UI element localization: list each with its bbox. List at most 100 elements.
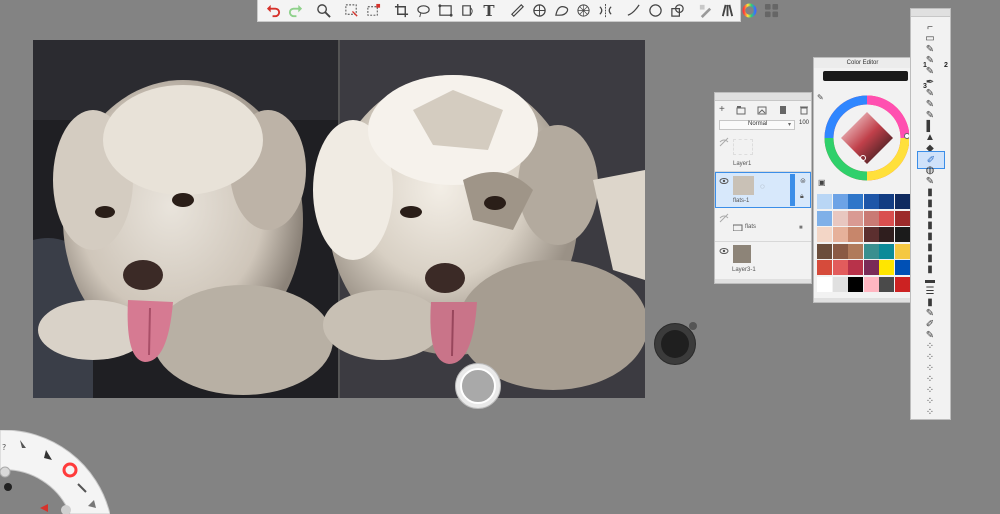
color-swatch[interactable] xyxy=(817,210,832,226)
color-swatch[interactable] xyxy=(894,194,910,209)
symmetry-icon[interactable] xyxy=(594,2,616,20)
color-swatch[interactable] xyxy=(879,260,894,275)
color-swatch[interactable] xyxy=(817,260,832,275)
color-swatch[interactable] xyxy=(863,243,879,259)
selection-icon[interactable] xyxy=(340,2,362,20)
text-icon[interactable]: T xyxy=(478,2,500,20)
ruler-icon[interactable] xyxy=(506,2,528,20)
layer-row-layer3-1[interactable]: Layer3-1 xyxy=(715,242,811,276)
delete-layer-icon[interactable] xyxy=(799,105,809,115)
swatch-grid xyxy=(817,194,910,296)
french-curve-icon[interactable] xyxy=(550,2,572,20)
layer-menu-icon[interactable]: ⊜ xyxy=(800,177,806,185)
color-swatch[interactable] xyxy=(879,243,894,259)
layer-row-flats[interactable]: flats ■ xyxy=(715,209,811,242)
layer-toolbar: + xyxy=(719,105,809,115)
eyedropper-icon[interactable]: ✎ xyxy=(817,93,824,102)
undo-icon[interactable] xyxy=(262,2,284,20)
magnifier-icon[interactable] xyxy=(312,2,334,20)
brush-library-icon[interactable] xyxy=(716,2,738,20)
color-swatch[interactable] xyxy=(848,210,863,226)
brush-icon[interactable]: ⁘ xyxy=(917,404,943,420)
redo-icon[interactable] xyxy=(284,2,306,20)
stroke-icon[interactable] xyxy=(622,2,644,20)
shape-icon[interactable] xyxy=(666,2,688,20)
color-swatch[interactable] xyxy=(832,194,848,209)
color-swatch[interactable] xyxy=(894,243,910,259)
lasso-icon[interactable] xyxy=(412,2,434,20)
color-swatch[interactable] xyxy=(863,210,879,226)
color-swatch[interactable] xyxy=(848,260,863,275)
color-swatch[interactable] xyxy=(848,276,863,292)
transform-icon[interactable] xyxy=(434,2,456,20)
color-swatch[interactable] xyxy=(832,260,848,275)
hidden-visibility-icon[interactable] xyxy=(719,213,729,223)
fill-icon[interactable] xyxy=(456,2,478,20)
layer-panel-footer[interactable] xyxy=(715,279,811,283)
color-swatch[interactable] xyxy=(817,243,832,259)
current-color-swatch xyxy=(823,71,908,81)
color-swatch[interactable] xyxy=(832,276,848,292)
ellipse-guide-icon[interactable] xyxy=(528,2,550,20)
lagoon-menu[interactable]: ? xyxy=(0,430,110,514)
add-layer-icon[interactable]: + xyxy=(719,105,725,115)
color-swatch[interactable] xyxy=(894,276,910,292)
brush-set-number: 1 xyxy=(923,62,927,69)
color-editor-title[interactable]: Color Editor xyxy=(814,58,911,68)
new-group-icon[interactable] xyxy=(736,105,746,115)
color-swatch[interactable] xyxy=(832,243,848,259)
color-swatch[interactable] xyxy=(879,210,894,226)
opacity-field[interactable]: 100 xyxy=(799,120,811,130)
color-swatch[interactable] xyxy=(817,276,832,292)
hidden-visibility-icon[interactable] xyxy=(719,137,729,147)
lock-icon[interactable]: 🔒︎ xyxy=(800,193,804,201)
layer-row-layer1[interactable]: Layer1 xyxy=(715,133,811,172)
brush-list: ⌐ ▭ ✎ ✎ ✎ ✒ ✎ ✎ ✎ ▌ ▲ ◆ ✐ ◍ ✎ ▮ ▮ ▮ ▮ ▮ ▮ ▮ ▮ ▬ ☰ ▮ ✎ ✐ ✎ ⁘ ⁘ ⁘ ⁘ ⁘ ⁘ ⁘ xyxy=(911,19,950,419)
main-toolbar: T xyxy=(257,0,778,22)
layer-name: Layer3-1 xyxy=(732,267,756,273)
color-swatch[interactable] xyxy=(832,210,848,226)
color-swatch[interactable] xyxy=(817,227,832,242)
color-swatch[interactable] xyxy=(863,260,879,275)
layer-opacity-bar[interactable] xyxy=(790,174,795,206)
drawing-canvas[interactable] xyxy=(33,40,645,398)
color-swatch[interactable] xyxy=(863,227,879,242)
color-swatch[interactable] xyxy=(894,210,910,226)
perspective-icon[interactable] xyxy=(572,2,594,20)
color-swatch[interactable] xyxy=(832,227,848,242)
add-image-icon[interactable] xyxy=(757,105,767,115)
color-swatch[interactable] xyxy=(879,227,894,242)
brush-panel-header[interactable] xyxy=(911,9,950,17)
shape-circle-icon[interactable] xyxy=(644,2,666,20)
copic-icon[interactable] xyxy=(694,2,716,20)
blend-mode-select[interactable]: Normal ▾ xyxy=(719,120,795,130)
color-swatch[interactable] xyxy=(863,276,879,292)
color-swatch[interactable] xyxy=(879,276,894,292)
crop-icon[interactable] xyxy=(390,2,412,20)
layer-name: flats-1 xyxy=(733,198,750,204)
brush-puck-inner xyxy=(661,330,689,358)
color-swatch[interactable] xyxy=(894,260,910,275)
color-puck[interactable] xyxy=(455,363,501,409)
eye-icon[interactable] xyxy=(719,177,729,185)
color-swatch[interactable] xyxy=(879,194,894,209)
merge-layer-icon[interactable] xyxy=(778,105,788,115)
layer-row-flats-1[interactable]: ◌ flats-1 ⊜ 🔒︎ xyxy=(715,172,811,208)
color-wheel-icon[interactable] xyxy=(738,2,760,20)
brush-puck[interactable] xyxy=(654,322,697,365)
color-mode-icon[interactable]: ▣ xyxy=(818,178,826,187)
color-swatch[interactable] xyxy=(848,194,863,209)
color-swatch[interactable] xyxy=(848,243,863,259)
crop-selection-icon[interactable] xyxy=(362,2,384,20)
color-swatch[interactable] xyxy=(863,194,879,209)
eye-icon[interactable] xyxy=(719,247,729,255)
svg-text:?: ? xyxy=(2,443,6,452)
color-swatch[interactable] xyxy=(894,227,910,242)
color-panel-footer[interactable] xyxy=(814,298,911,302)
color-puck-swatch xyxy=(460,368,496,404)
color-wheel[interactable] xyxy=(821,92,909,184)
color-swatch[interactable] xyxy=(817,194,832,209)
color-swatch[interactable] xyxy=(848,227,863,242)
swatches-icon[interactable] xyxy=(760,2,782,20)
layer-panel-header[interactable] xyxy=(715,93,811,101)
